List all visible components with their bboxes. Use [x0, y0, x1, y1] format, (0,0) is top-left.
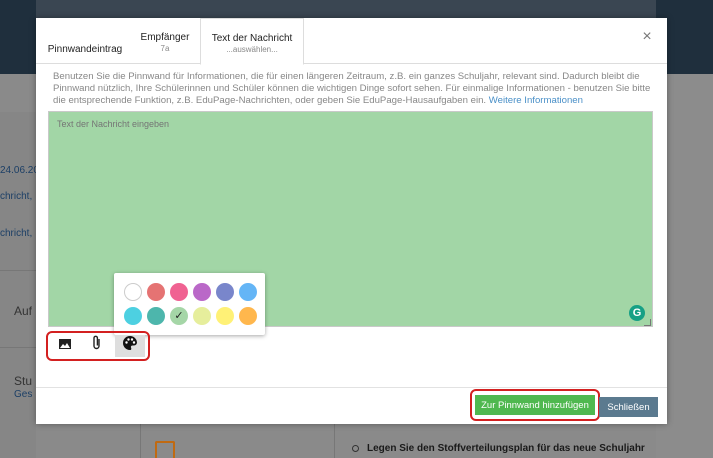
background-topbar-strip — [36, 0, 656, 18]
tab-sublabel: 7a — [160, 44, 170, 53]
color-swatch[interactable] — [216, 307, 234, 325]
background-date: 24.06.20 — [0, 165, 39, 176]
pinboard-dialog: Pinnwandeintrag Empfänger 7a Text der Na… — [36, 18, 667, 424]
check-icon: ✓ — [174, 310, 184, 322]
color-swatch[interactable] — [239, 283, 257, 301]
tab-sublabel: ...auswählen... — [226, 45, 278, 54]
image-icon[interactable] — [50, 335, 80, 357]
background-bullet: Legen Sie den Stoffverteilungsplan für d… — [352, 443, 645, 454]
color-swatch[interactable] — [216, 283, 234, 301]
tab-pinnwandeintrag[interactable]: Pinnwandeintrag — [42, 18, 128, 64]
background-link-1: chricht, — [0, 191, 33, 202]
footer-divider — [36, 387, 667, 388]
tab-empfaenger[interactable]: Empfänger 7a — [132, 18, 198, 64]
editor-toolbar — [46, 331, 150, 361]
close-button[interactable]: Schließen — [599, 397, 658, 417]
color-swatch[interactable] — [193, 283, 211, 301]
color-swatch[interactable] — [170, 283, 188, 301]
background-link-2: chricht, — [0, 228, 33, 239]
grammarly-icon[interactable]: G — [629, 305, 645, 321]
background-column-line — [140, 424, 141, 458]
palette-icon[interactable] — [115, 335, 145, 357]
color-swatch[interactable] — [124, 307, 142, 325]
background-column-line — [334, 424, 335, 458]
color-swatch[interactable] — [147, 307, 165, 325]
clipboard-icon — [155, 441, 175, 458]
add-to-pinboard-button[interactable]: Zur Pinnwand hinzufügen — [475, 395, 595, 415]
more-info-link[interactable]: Weitere Informationen — [489, 95, 583, 106]
background-divider — [0, 347, 38, 348]
background-left-column — [0, 112, 38, 458]
background-label-stu: Stu — [14, 374, 33, 388]
color-swatch[interactable]: ✓ — [170, 307, 188, 325]
color-swatch[interactable] — [239, 307, 257, 325]
dialog-tabs: Pinnwandeintrag Empfänger 7a Text der Na… — [36, 18, 667, 65]
paperclip-icon[interactable] — [82, 335, 112, 357]
tab-label: Text der Nachricht — [211, 33, 293, 44]
close-icon[interactable]: × — [640, 29, 654, 45]
tab-label: Pinnwandeintrag — [47, 44, 123, 55]
info-text: Benutzen Sie die Pinnwand für Informatio… — [53, 71, 655, 107]
color-swatch[interactable] — [193, 307, 211, 325]
add-button-highlight: Zur Pinnwand hinzufügen — [470, 389, 600, 421]
color-palette: ✓ — [114, 273, 265, 335]
color-swatch[interactable] — [147, 283, 165, 301]
background-label-auf: Auf — [14, 304, 33, 318]
tab-text-der-nachricht[interactable]: Text der Nachricht ...auswählen... — [200, 18, 304, 65]
background-label-ges: Ges — [14, 389, 33, 400]
tab-label: Empfänger — [140, 32, 190, 43]
resize-handle-icon[interactable] — [644, 319, 651, 326]
background-divider — [0, 270, 38, 271]
color-swatch[interactable] — [124, 283, 142, 301]
